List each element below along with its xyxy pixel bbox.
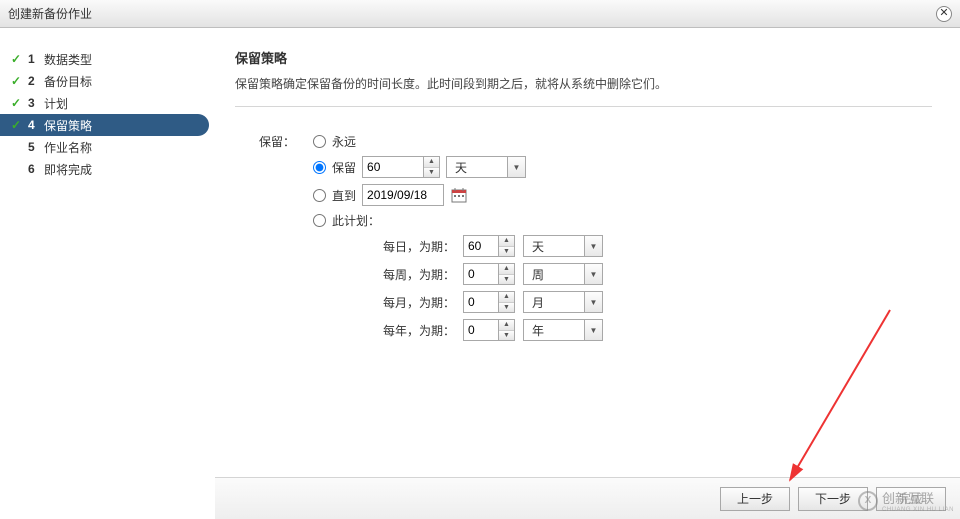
spinner-down-icon[interactable]: ▼ xyxy=(499,303,514,313)
keep-row: 保留 ▲ ▼ 天 ▼ xyxy=(313,156,932,178)
spinner-down-icon[interactable]: ▼ xyxy=(499,275,514,285)
schedule-row: 此计划： xyxy=(313,212,932,229)
check-icon: ✓ xyxy=(10,96,22,110)
daily-unit-value: 天 xyxy=(524,236,584,256)
monthly-row: 每月，为期： ▲▼ 月 ▼ xyxy=(375,291,932,313)
content-panel: 保留策略 保留策略确定保留备份的时间长度。此时间段到期之后，就将从系统中删除它们… xyxy=(215,28,960,477)
daily-label: 每日，为期： xyxy=(375,238,455,255)
retain-form: 保留： 永远 保留 ▲ ▼ 天 ▼ xyxy=(235,133,932,341)
wizard-sidebar: ✓1数据类型✓2备份目标✓3计划✓4保留策略✓5作业名称✓6即将完成 xyxy=(0,28,215,477)
wizard-step-2[interactable]: ✓ 2 备份目标 xyxy=(0,70,215,92)
page-title: 保留策略 xyxy=(235,48,932,67)
monthly-input[interactable] xyxy=(464,292,498,312)
retain-label: 保留： xyxy=(255,133,303,150)
radio-forever[interactable] xyxy=(313,135,326,148)
radio-keep[interactable] xyxy=(313,161,326,174)
spinner-down-icon[interactable]: ▼ xyxy=(499,247,514,257)
spinner-up-icon[interactable]: ▲ xyxy=(499,264,514,275)
monthly-unit-value: 月 xyxy=(524,292,584,312)
daily-unit-select[interactable]: 天 ▼ xyxy=(523,235,603,257)
next-button[interactable]: 下一步 xyxy=(798,487,868,511)
spinner-up-icon[interactable]: ▲ xyxy=(424,157,439,168)
until-row: 直到 xyxy=(313,184,932,206)
step-number: 3 xyxy=(28,96,38,110)
chevron-down-icon: ▼ xyxy=(584,236,602,256)
keep-value-input[interactable] xyxy=(363,157,423,177)
radio-schedule-label: 此计划： xyxy=(332,212,380,229)
step-label: 计划 xyxy=(44,95,68,112)
yearly-unit-select[interactable]: 年 ▼ xyxy=(523,319,603,341)
chevron-down-icon: ▼ xyxy=(584,264,602,284)
spinner-down-icon[interactable]: ▼ xyxy=(424,168,439,178)
step-label: 作业名称 xyxy=(44,139,92,156)
close-icon[interactable]: ✕ xyxy=(936,6,952,22)
monthly-label: 每月，为期： xyxy=(375,294,455,311)
retain-row: 保留： 永远 xyxy=(255,133,932,150)
spinner-down-icon[interactable]: ▼ xyxy=(499,331,514,341)
weekly-label: 每周，为期： xyxy=(375,266,455,283)
until-date-input[interactable] xyxy=(362,184,444,206)
wizard-step-3[interactable]: ✓ 3 计划 xyxy=(0,92,215,114)
title-bar: 创建新备份作业 ✕ xyxy=(0,0,960,28)
step-label: 数据类型 xyxy=(44,51,92,68)
keep-unit-value: 天 xyxy=(447,157,507,177)
page-description: 保留策略确定保留备份的时间长度。此时间段到期之后，就将从系统中删除它们。 xyxy=(235,75,932,92)
radio-keep-label: 保留 xyxy=(332,159,356,176)
check-icon: ✓ xyxy=(10,52,22,66)
check-icon: ✓ xyxy=(10,74,22,88)
wizard-step-6[interactable]: ✓6即将完成 xyxy=(0,158,215,180)
step-number: 1 xyxy=(28,52,38,66)
check-icon: ✓ xyxy=(10,118,22,132)
weekly-input[interactable] xyxy=(464,264,498,284)
radio-until[interactable] xyxy=(313,189,326,202)
step-number: 2 xyxy=(28,74,38,88)
radio-forever-label: 永远 xyxy=(332,133,356,150)
step-number: 5 xyxy=(28,140,38,154)
divider xyxy=(235,106,932,107)
step-label: 备份目标 xyxy=(44,73,92,90)
chevron-down-icon: ▼ xyxy=(584,320,602,340)
spinner-up-icon[interactable]: ▲ xyxy=(499,320,514,331)
daily-row: 每日，为期： ▲▼ 天 ▼ xyxy=(375,235,932,257)
yearly-label: 每年，为期： xyxy=(375,322,455,339)
wizard-footer: 上一步 下一步 完成 xyxy=(215,477,960,519)
weekly-row: 每周，为期： ▲▼ 周 ▼ xyxy=(375,263,932,285)
keep-value-spinner[interactable]: ▲ ▼ xyxy=(362,156,440,178)
finish-button: 完成 xyxy=(876,487,946,511)
yearly-input[interactable] xyxy=(464,320,498,340)
step-label: 保留策略 xyxy=(44,117,92,134)
chevron-down-icon: ▼ xyxy=(584,292,602,312)
keep-unit-select[interactable]: 天 ▼ xyxy=(446,156,526,178)
step-number: 4 xyxy=(28,118,38,132)
spinner-up-icon[interactable]: ▲ xyxy=(499,236,514,247)
weekly-unit-select[interactable]: 周 ▼ xyxy=(523,263,603,285)
wizard-step-5[interactable]: ✓5作业名称 xyxy=(0,136,215,158)
radio-until-label: 直到 xyxy=(332,187,356,204)
monthly-unit-select[interactable]: 月 ▼ xyxy=(523,291,603,313)
yearly-unit-value: 年 xyxy=(524,320,584,340)
weekly-spinner[interactable]: ▲▼ xyxy=(463,263,515,285)
weekly-unit-value: 周 xyxy=(524,264,584,284)
window-title: 创建新备份作业 xyxy=(8,5,92,22)
yearly-row: 每年，为期： ▲▼ 年 ▼ xyxy=(375,319,932,341)
yearly-spinner[interactable]: ▲▼ xyxy=(463,319,515,341)
calendar-icon[interactable] xyxy=(450,186,468,204)
main-area: ✓1数据类型✓2备份目标✓3计划✓4保留策略✓5作业名称✓6即将完成 保留策略 … xyxy=(0,28,960,477)
daily-input[interactable] xyxy=(464,236,498,256)
spinner-up-icon[interactable]: ▲ xyxy=(499,292,514,303)
wizard-step-1[interactable]: ✓ 1 数据类型 xyxy=(0,48,215,70)
step-label: 即将完成 xyxy=(44,161,92,178)
wizard-step-4[interactable]: ✓ 4 保留策略 xyxy=(0,114,209,136)
daily-spinner[interactable]: ▲▼ xyxy=(463,235,515,257)
monthly-spinner[interactable]: ▲▼ xyxy=(463,291,515,313)
radio-schedule[interactable] xyxy=(313,214,326,227)
prev-button[interactable]: 上一步 xyxy=(720,487,790,511)
step-number: 6 xyxy=(28,162,38,176)
chevron-down-icon: ▼ xyxy=(507,157,525,177)
